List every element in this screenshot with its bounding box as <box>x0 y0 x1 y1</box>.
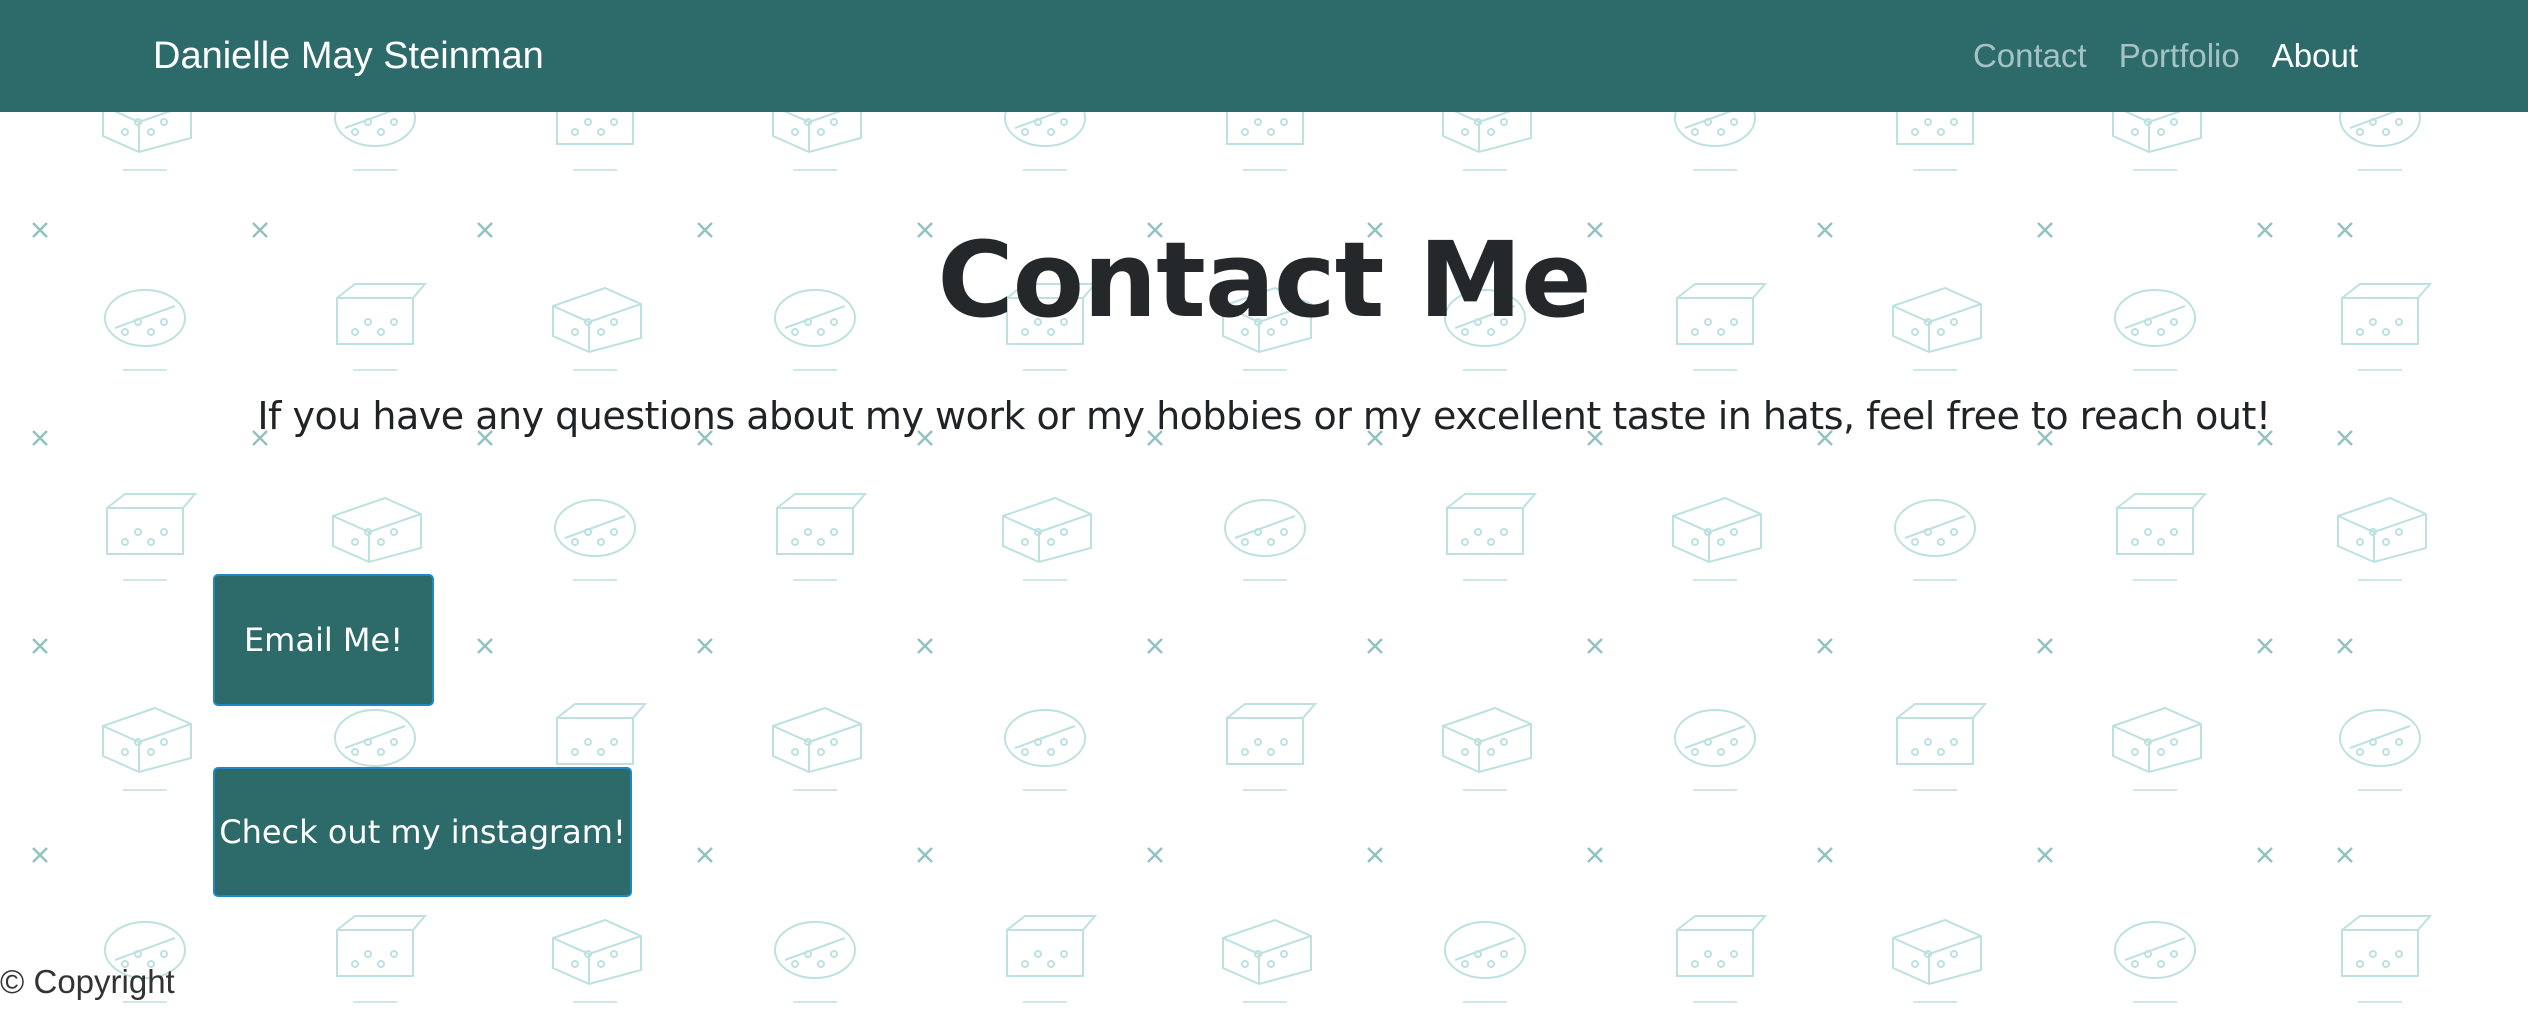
page-title: Contact Me <box>937 219 1591 341</box>
nav-links: Contact Portfolio About <box>1973 30 2358 82</box>
instagram-button[interactable]: Check out my instagram! <box>213 767 632 897</box>
main-content: Contact Me If you have any questions abo… <box>0 0 2528 1036</box>
nav-link-contact[interactable]: Contact <box>1973 30 2087 82</box>
nav-link-about[interactable]: About <box>2272 30 2358 82</box>
page: Danielle May Steinman Contact Portfolio … <box>0 0 2528 1036</box>
site-brand[interactable]: Danielle May Steinman <box>153 30 544 82</box>
copyright-text: © Copyright <box>0 963 175 1000</box>
top-navbar: Danielle May Steinman Contact Portfolio … <box>0 0 2528 112</box>
nav-link-portfolio[interactable]: Portfolio <box>2119 30 2240 82</box>
page-subtitle: If you have any questions about my work … <box>257 394 2271 438</box>
email-me-button[interactable]: Email Me! <box>213 574 434 706</box>
